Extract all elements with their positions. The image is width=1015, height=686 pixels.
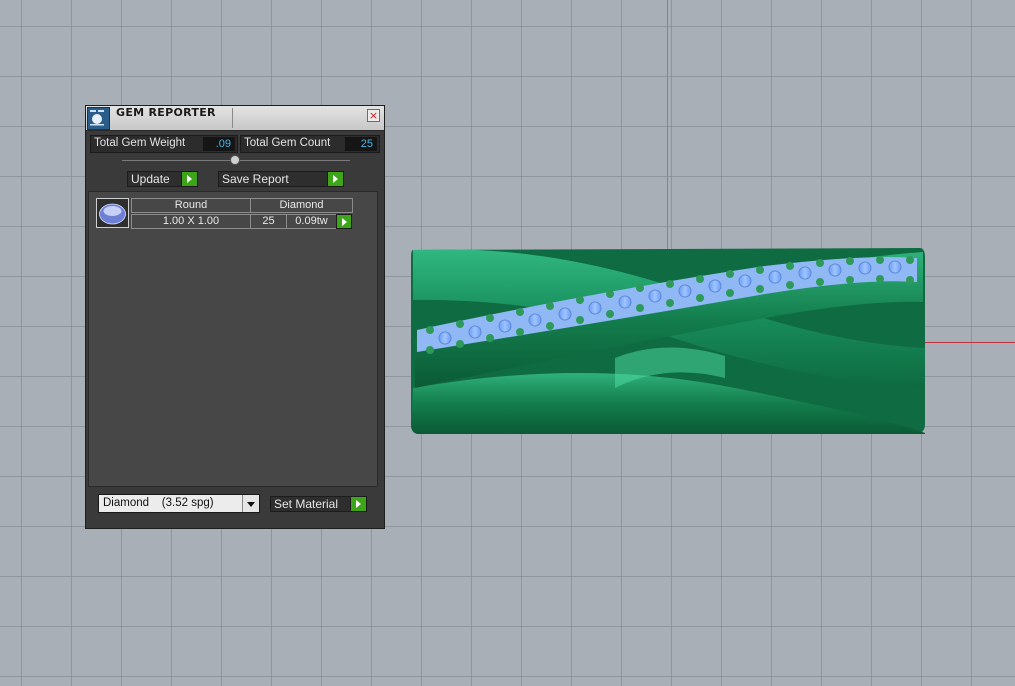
gem-count-cell: 25 xyxy=(250,214,287,229)
total-count-box: Total Gem Count 25 xyxy=(240,135,380,153)
total-weight-box: Total Gem Weight .09 xyxy=(90,135,238,153)
total-weight-label: Total Gem Weight xyxy=(94,137,186,149)
update-button[interactable]: Update xyxy=(127,171,198,187)
panel-titlebar[interactable]: GEM REPORTER × xyxy=(86,106,384,131)
gem-list[interactable]: Round Diamond 1.00 X 1.00 25 0.09tw xyxy=(88,191,378,487)
total-weight-value: .09 xyxy=(203,137,235,151)
gem-weight-cell: 0.09tw xyxy=(286,214,337,229)
gem-reporter-panel: GEM REPORTER × Total Gem Weight .09 Tota… xyxy=(85,105,385,529)
round-gem-icon[interactable] xyxy=(96,198,129,228)
panel-title: GEM REPORTER xyxy=(116,106,216,119)
collapse-slider-handle[interactable] xyxy=(230,155,240,165)
set-material-button[interactable]: Set Material xyxy=(270,496,367,512)
play-arrow-icon xyxy=(350,497,366,511)
save-report-button-label: Save Report xyxy=(222,172,289,186)
play-arrow-icon xyxy=(181,172,197,186)
y-axis-line xyxy=(667,0,668,260)
gem-reporter-app-icon xyxy=(87,107,110,130)
gem-size-cell: 1.00 X 1.00 xyxy=(131,214,251,229)
play-arrow-icon xyxy=(327,172,343,186)
material-select[interactable]: Diamond (3.52 spg) xyxy=(98,494,260,513)
material-header: Diamond xyxy=(250,198,353,213)
row-action-play-icon[interactable] xyxy=(336,214,352,229)
material-select-value: Diamond (3.52 spg) xyxy=(103,497,214,509)
close-icon[interactable]: × xyxy=(367,109,380,122)
shape-header: Round xyxy=(131,198,251,213)
x-axis-line xyxy=(920,342,1015,343)
total-count-value: 25 xyxy=(345,137,377,151)
ring-model[interactable] xyxy=(405,238,930,443)
chevron-down-icon[interactable] xyxy=(242,495,259,512)
update-button-label: Update xyxy=(131,172,170,186)
save-report-button[interactable]: Save Report xyxy=(218,171,344,187)
title-divider xyxy=(232,108,233,128)
total-count-label: Total Gem Count xyxy=(244,137,331,149)
set-material-button-label: Set Material xyxy=(274,497,339,511)
